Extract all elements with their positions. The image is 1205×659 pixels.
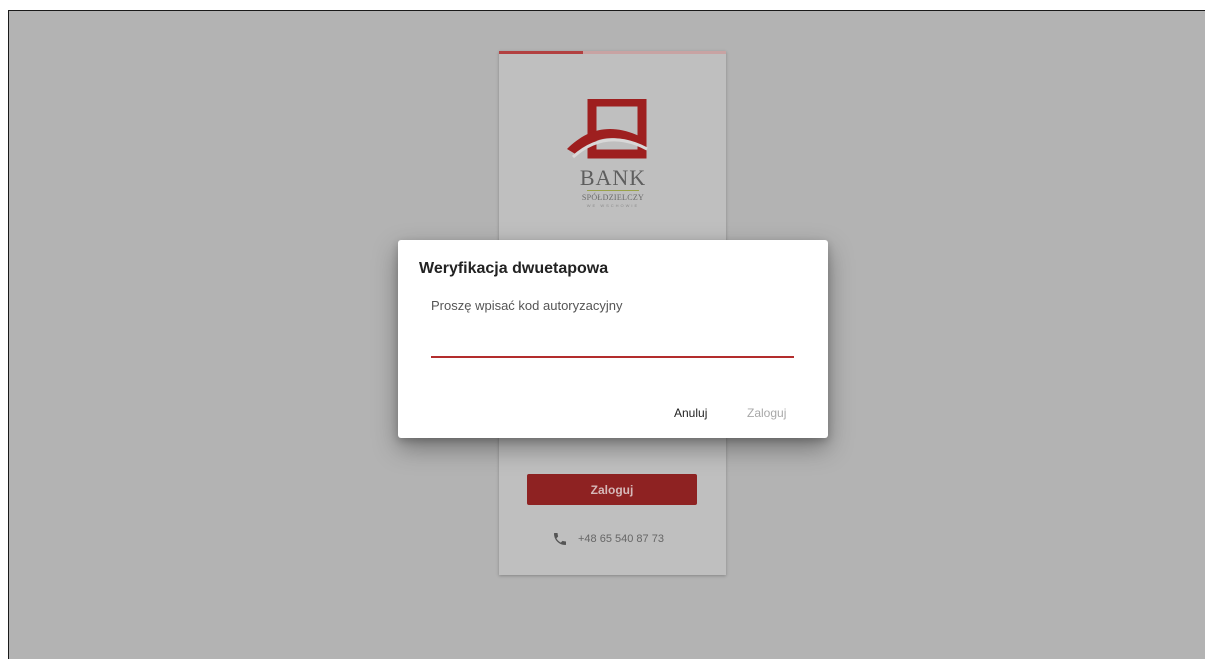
logo-divider	[587, 190, 639, 191]
app-viewport: BANK SPÓŁDZIELCZY WE WSCHOWIE Zaloguj +4…	[8, 10, 1205, 659]
confirm-login-button[interactable]: Zaloguj	[741, 402, 792, 424]
login-button[interactable]: Zaloguj	[527, 474, 697, 505]
phone-icon	[554, 533, 566, 545]
bank-location: WE WSCHOWIE	[586, 203, 640, 208]
phone-number: +48 65 540 87 73	[578, 533, 664, 545]
authorization-code-input[interactable]	[431, 332, 794, 358]
dialog-subtitle: Proszę wpisać kod autoryzacyjny	[431, 298, 623, 313]
bank-logo: BANK SPÓŁDZIELCZY WE WSCHOWIE	[557, 99, 669, 229]
progress-fill	[499, 51, 583, 54]
progress-bar	[499, 51, 726, 54]
cancel-button[interactable]: Anuluj	[668, 402, 713, 424]
bank-subtitle: SPÓŁDZIELCZY	[581, 193, 645, 202]
bank-title: BANK	[579, 165, 647, 190]
contact-phone[interactable]: +48 65 540 87 73	[552, 529, 664, 549]
bank-logo-icon	[567, 99, 648, 159]
dialog-title: Weryfikacja dwuetapowa	[419, 260, 609, 277]
two-factor-dialog: Weryfikacja dwuetapowa Proszę wpisać kod…	[398, 240, 828, 438]
